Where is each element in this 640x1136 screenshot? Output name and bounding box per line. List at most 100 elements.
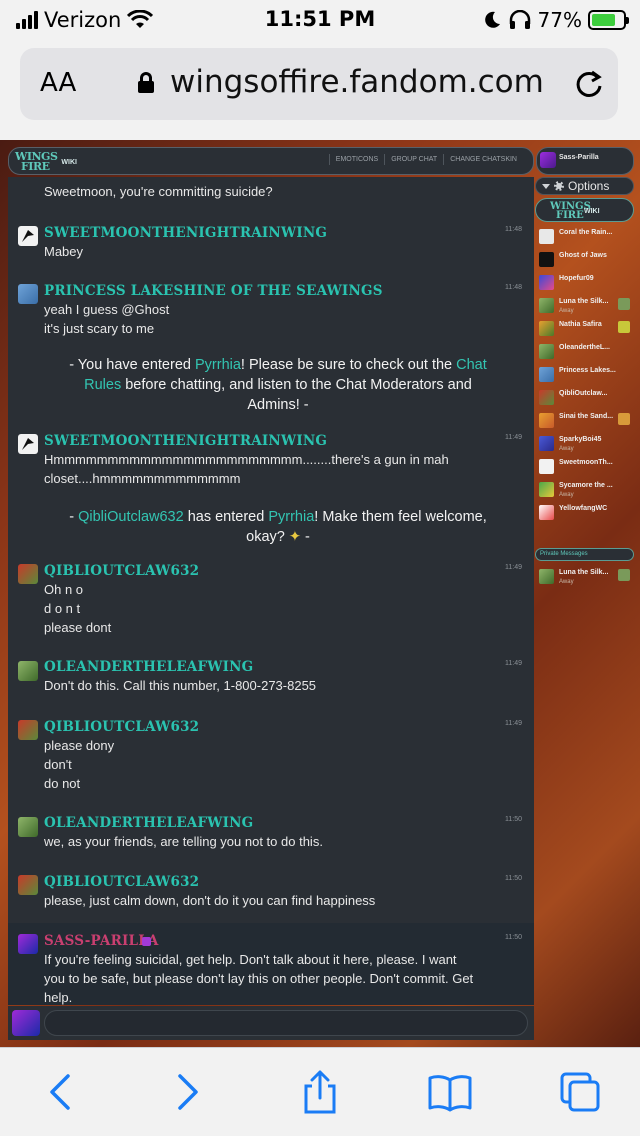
user-list-item[interactable]: Ghost of Jaws	[535, 250, 634, 270]
message-input[interactable]	[44, 1010, 528, 1036]
user-name: Sycamore the ...	[559, 482, 613, 489]
avatar	[539, 275, 554, 290]
message-username[interactable]: OLEANDERTHELEAFWING	[44, 815, 253, 831]
message-text: Sweetmoon, you're committing suicide?	[44, 184, 273, 199]
message-username[interactable]: SWEETMOONTHENIGHTRAINWING	[44, 225, 327, 241]
group-chat-link[interactable]: GROUP CHAT	[384, 154, 443, 165]
user-badge-icon	[618, 413, 630, 425]
user-name: Hopefur09	[559, 275, 594, 282]
user-list-item[interactable]: Coral the Rain...	[535, 227, 634, 247]
avatar[interactable]	[18, 284, 38, 304]
message-username[interactable]: QIBLIOUTCLAW632	[44, 563, 199, 579]
emoticons-link[interactable]: EMOTICONS	[328, 154, 384, 165]
options-button[interactable]: Options	[535, 177, 634, 195]
user-badge-icon	[618, 321, 630, 333]
message-text: do not	[44, 776, 81, 791]
avatar[interactable]	[18, 434, 38, 454]
message-time: 11:50	[505, 934, 522, 941]
room-link[interactable]: Pyrrhia	[268, 509, 314, 525]
message-text: d o n t	[44, 601, 81, 616]
system-text: ! Please be sure to check out the	[240, 357, 457, 373]
user-list-item[interactable]: Luna the Silk... Away	[535, 296, 634, 316]
avatar	[539, 569, 554, 584]
wiki-logo[interactable]: WINGS FIRE WIKI	[15, 150, 77, 174]
avatar[interactable]	[18, 226, 38, 246]
user-list-item[interactable]: Sycamore the ... Away	[535, 480, 634, 500]
wiki-room-button[interactable]: WINGS FIRE WIKI	[535, 198, 634, 222]
forward-button[interactable]	[166, 1070, 210, 1114]
user-list-item[interactable]: YellowfangWC	[535, 503, 634, 523]
system-text: okay?	[246, 529, 289, 545]
avatar[interactable]	[18, 564, 38, 584]
avatar[interactable]	[18, 934, 38, 954]
chat-messages[interactable]: Sweetmoon, you're committing suicide? SW…	[8, 177, 534, 1005]
message-time: 11:50	[505, 875, 522, 882]
message-username[interactable]: PRINCESS LAKESHINE OF THE SEAWINGS	[44, 283, 383, 299]
url-domain[interactable]: wingsoffire.fandom.com	[170, 64, 544, 100]
message-text: please, just calm down, don't do it you …	[44, 893, 376, 908]
avatar[interactable]	[18, 875, 38, 895]
system-text: Admins! -	[247, 397, 309, 413]
avatar[interactable]	[18, 661, 38, 681]
chat-message: QIBLIOUTCLAW632 11:50 please, just calm …	[8, 867, 534, 913]
tabs-button[interactable]	[558, 1070, 602, 1114]
reload-icon[interactable]	[572, 66, 606, 100]
message-text: it's just scary to me	[44, 321, 155, 336]
user-list-item[interactable]: SparkyBoi45 Away	[535, 434, 634, 454]
private-message-item[interactable]: Luna the Silk... Away	[535, 567, 634, 587]
battery-percent: 77%	[537, 8, 582, 32]
message-text: Hmmmmmmmmmmmmmmmmmmmmmmm........there's …	[44, 452, 449, 467]
bookmarks-button[interactable]	[428, 1070, 472, 1114]
avatar	[12, 1010, 40, 1036]
logo-wiki: WIKI	[61, 158, 77, 166]
avatar	[539, 436, 554, 451]
joined-user-link[interactable]: QibliOutclaw632	[78, 509, 184, 525]
user-list-item[interactable]: Princess Lakes...	[535, 365, 634, 385]
message-username[interactable]: QIBLIOUTCLAW632	[44, 874, 199, 890]
avatar[interactable]	[18, 720, 38, 740]
user-name: SweetmoonTh...	[559, 459, 613, 466]
message-time: 11:49	[505, 434, 522, 441]
change-chatskin-link[interactable]: CHANGE CHATSKIN	[443, 154, 523, 165]
moon-icon	[484, 11, 500, 28]
message-username[interactable]: QIBLIOUTCLAW632	[44, 719, 199, 735]
message-text: please dony	[44, 738, 115, 753]
browser-toolbar	[0, 1047, 640, 1136]
chevron-down-icon	[542, 183, 550, 189]
message-text: Oh n o	[44, 582, 84, 597]
system-message-welcome: - You have entered Pyrrhia! Please be su…	[28, 355, 528, 415]
message-username[interactable]: SWEETMOONTHENIGHTRAINWING	[44, 433, 327, 449]
tabs-icon	[560, 1072, 600, 1112]
chat-message-own: SASS-PARILLA 11:50 If you're feeling sui…	[8, 923, 534, 1005]
text-size-button[interactable]: AA	[40, 68, 76, 98]
user-list-item[interactable]: Hopefur09	[535, 273, 634, 293]
logo-fire: FIRE	[556, 210, 584, 221]
address-bar[interactable]: AA wingsoffire.fandom.com	[20, 48, 618, 120]
user-list-item[interactable]: QibliOutclaw...	[535, 388, 634, 408]
chevron-left-icon	[50, 1074, 70, 1110]
share-button[interactable]	[298, 1070, 342, 1114]
chat-rules-link[interactable]: Rules	[84, 377, 121, 393]
room-link[interactable]: Pyrrhia	[195, 357, 241, 373]
message-text: closet....hmmmmmmmmmmmmm	[44, 471, 241, 486]
current-user-name: Sass-Parilla	[559, 154, 599, 161]
system-text: -	[301, 529, 310, 545]
avatar	[539, 252, 554, 267]
user-name: YellowfangWC	[559, 505, 608, 512]
current-user-pill[interactable]: Sass-Parilla	[536, 147, 634, 175]
avatar[interactable]	[18, 817, 38, 837]
chat-rules-link[interactable]: Chat	[456, 357, 487, 373]
user-list-item[interactable]: Sinai the Sand...	[535, 411, 634, 431]
back-button[interactable]	[38, 1070, 82, 1114]
user-list-item[interactable]: Nathia Safira	[535, 319, 634, 339]
user-list-item[interactable]: SweetmoonTh...	[535, 457, 634, 477]
chevron-right-icon	[178, 1074, 198, 1110]
book-icon	[428, 1075, 472, 1112]
user-name: QibliOutclaw...	[559, 390, 608, 397]
lock-icon	[138, 72, 154, 93]
user-name: Nathia Safira	[559, 321, 602, 328]
user-list-item[interactable]: OleandertheL...	[535, 342, 634, 362]
options-label: Options	[568, 179, 610, 193]
message-time: 11:49	[505, 564, 522, 571]
message-username[interactable]: OLEANDERTHELEAFWING	[44, 659, 253, 675]
